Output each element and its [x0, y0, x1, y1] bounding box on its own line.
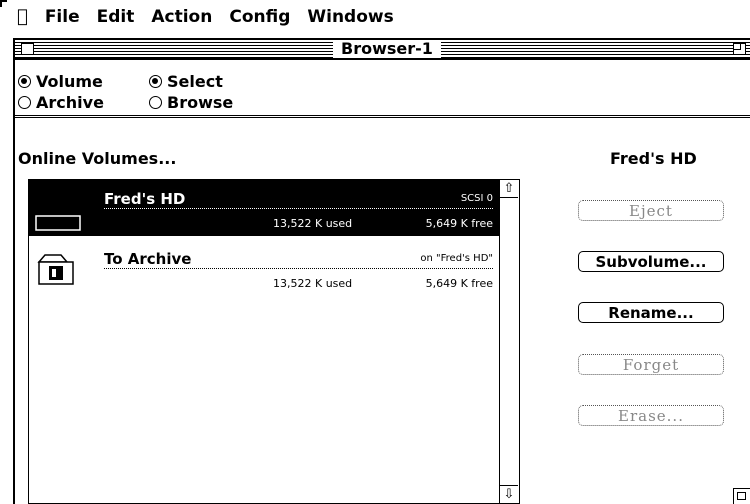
volume-list[interactable]: Fred's HD SCSI 0 13,522 K used 5,649 K f… [28, 179, 520, 504]
menu-action[interactable]: Action [151, 7, 212, 27]
menu-bar:  File Edit Action Config Windows [0, 0, 750, 30]
close-box-icon[interactable] [21, 43, 34, 55]
menu-items:  File Edit Action Config Windows [17, 7, 394, 28]
browser-window: Browser-1 Volume Archive Select Browse O… [13, 38, 750, 504]
selected-volume-name: Fred's HD [610, 149, 697, 168]
volume-tag: on "Fred's HD" [420, 253, 493, 264]
radio-archive-label: Archive [36, 92, 104, 112]
mode-radio-group: Volume Archive Select Browse [15, 60, 750, 118]
radio-volume-label: Volume [36, 71, 103, 91]
size-box-icon[interactable] [733, 488, 750, 504]
online-volumes-heading: Online Volumes... [18, 149, 177, 168]
eject-button[interactable]: Eject [578, 200, 724, 221]
vertical-scrollbar[interactable]: ⇧ ⇩ [499, 180, 519, 503]
volume-free: 5,649 K free [425, 277, 493, 290]
radio-unselected-icon [18, 95, 31, 109]
apple-menu-icon[interactable]:  [17, 7, 28, 27]
volume-free: 5,649 K free [425, 217, 493, 230]
radio-volume[interactable]: Volume [18, 71, 103, 91]
row-divider [104, 208, 493, 209]
radio-select[interactable]: Select [149, 71, 223, 91]
volume-used: 13,522 K used [273, 277, 353, 290]
zoom-box-icon[interactable] [733, 43, 746, 55]
radio-selected-icon [149, 74, 162, 88]
menu-file[interactable]: File [45, 7, 80, 27]
hard-disk-icon [35, 215, 81, 231]
scroll-down-arrow-icon[interactable]: ⇩ [500, 485, 518, 503]
archive-folder-icon [37, 254, 74, 285]
volume-tag: SCSI 0 [460, 193, 493, 204]
radio-browse-label: Browse [167, 92, 234, 112]
radio-archive[interactable]: Archive [18, 92, 104, 112]
subvolume-button[interactable]: Subvolume... [578, 251, 724, 272]
volume-name: Fred's HD [104, 190, 186, 208]
window-title: Browser-1 [333, 40, 441, 58]
menu-windows[interactable]: Windows [307, 7, 393, 27]
radio-unselected-icon [149, 95, 162, 109]
volume-used: 13,522 K used [273, 217, 353, 230]
menu-edit[interactable]: Edit [97, 7, 135, 27]
menu-config[interactable]: Config [229, 7, 290, 27]
screen-corner [0, 0, 7, 7]
radio-selected-icon [18, 74, 31, 88]
title-bar[interactable]: Browser-1 [15, 40, 750, 60]
list-item[interactable]: To Archive on "Fred's HD" 13,522 K used … [29, 240, 499, 296]
rename-button[interactable]: Rename... [578, 302, 724, 323]
erase-button[interactable]: Erase... [578, 405, 724, 426]
volume-name: To Archive [104, 250, 192, 268]
forget-button[interactable]: Forget [578, 354, 724, 375]
radio-select-label: Select [167, 71, 223, 91]
radio-browse[interactable]: Browse [149, 92, 233, 112]
scroll-up-arrow-icon[interactable]: ⇧ [500, 180, 518, 198]
list-item[interactable]: Fred's HD SCSI 0 13,522 K used 5,649 K f… [29, 180, 499, 236]
row-divider [104, 268, 493, 269]
